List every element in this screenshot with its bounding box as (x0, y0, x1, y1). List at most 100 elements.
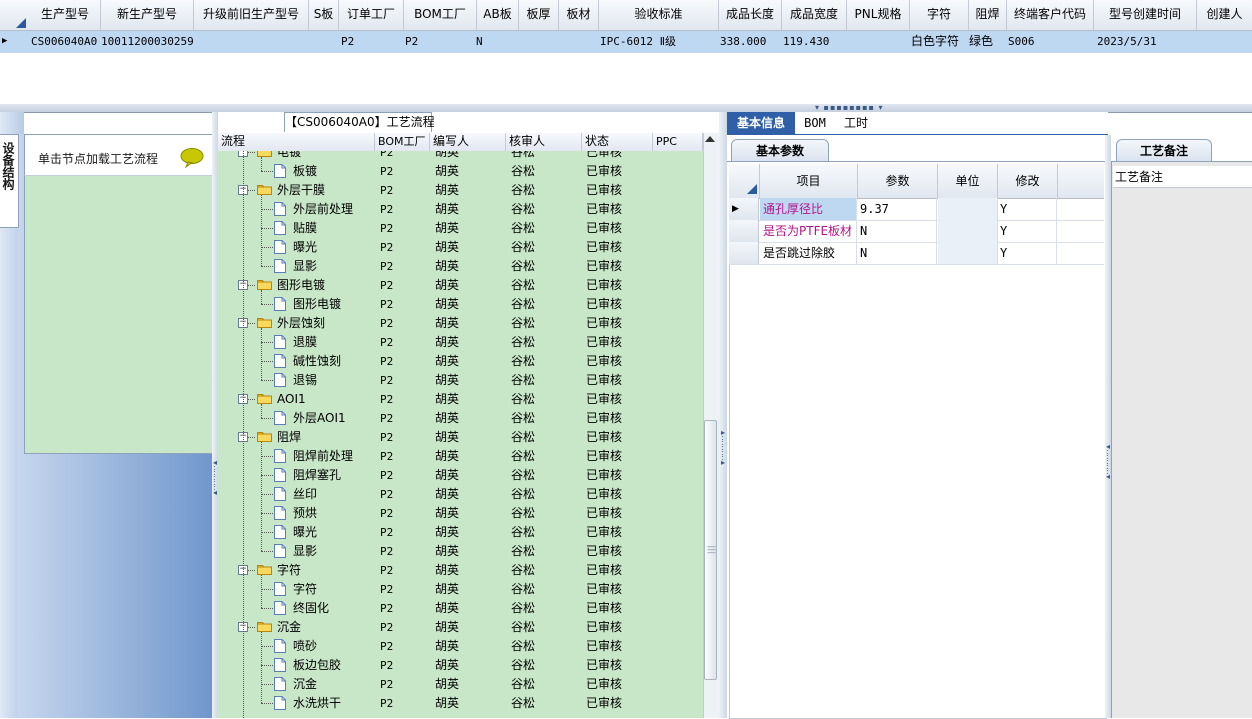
tree-node-label[interactable]: 图形电镀 (277, 276, 325, 295)
param-unit[interactable] (938, 242, 998, 264)
tree-col-status[interactable]: 状态 (582, 133, 653, 151)
tree-node-label[interactable]: 板镀 (293, 162, 317, 181)
table-row[interactable]: ▶ 通孔厚径比 9.37 Y (729, 198, 1104, 221)
tree-node-label[interactable]: 碱性蚀刻 (293, 352, 341, 371)
col-header-width[interactable]: 成品宽度 (782, 0, 847, 30)
col-header-prod-no[interactable]: 生产型号 (30, 0, 101, 30)
col-header-pnl[interactable]: PNL规格 (847, 0, 910, 30)
param-unit[interactable] (938, 198, 998, 220)
col-header-s-board[interactable]: S板 (309, 0, 339, 30)
tree-node-label[interactable]: 退膜 (293, 333, 317, 352)
cell-ab-board[interactable]: N (476, 31, 516, 52)
tree-row[interactable]: 外层AOI1 P2 胡英 谷松 已审核 (218, 409, 703, 428)
tree-node-label[interactable]: 字符 (293, 580, 317, 599)
col-header-new-prod-no[interactable]: 新生产型号 (101, 0, 194, 30)
tab-work-hours[interactable]: 工时 (836, 112, 876, 134)
tree-node-label[interactable]: 外层前处理 (293, 200, 353, 219)
tree-col-flow[interactable]: 流程 (218, 133, 375, 151)
tree-row[interactable]: 外层前处理 P2 胡英 谷松 已审核 (218, 200, 703, 219)
tree-row[interactable]: − 字符 P2 胡英 谷松 已审核 (218, 561, 703, 580)
tree-row[interactable]: 显影 P2 胡英 谷松 已审核 (218, 257, 703, 276)
cell-new-prod-no[interactable]: 10011200030259 (101, 31, 193, 52)
param-col-modify[interactable]: 修改 (998, 164, 1058, 198)
tree-row[interactable]: − 外层蚀刻 P2 胡英 谷松 已审核 (218, 314, 703, 333)
tree-row[interactable]: 显影 P2 胡英 谷松 已审核 (218, 542, 703, 561)
col-header-creator[interactable]: 创建人 (1197, 0, 1252, 30)
cell-order-factory[interactable]: P2 (341, 31, 401, 52)
tab-process-remark[interactable]: 工艺备注 (1116, 139, 1212, 162)
tree-node-label[interactable]: 外层蚀刻 (277, 314, 325, 333)
splitter-grip-icon[interactable]: ◂::::: ◂ (213, 459, 217, 497)
speech-bubble-icon[interactable] (180, 148, 204, 168)
param-modify[interactable]: Y (998, 198, 1057, 220)
param-item[interactable]: 通孔厚径比 (760, 198, 857, 220)
row-selector[interactable] (729, 242, 759, 264)
param-item[interactable]: 是否为PTFE板材 (760, 220, 857, 242)
tree-col-ppc[interactable]: PPC (653, 133, 703, 151)
tree-row[interactable]: 丝印 P2 胡英 谷松 已审核 (218, 485, 703, 504)
cell-length[interactable]: 338.000 (720, 31, 780, 52)
tree-row[interactable]: − 阻焊 P2 胡英 谷松 已审核 (218, 428, 703, 447)
tab-bom[interactable]: BOM (798, 112, 832, 134)
tree-row[interactable]: 退膜 P2 胡英 谷松 已审核 (218, 333, 703, 352)
tree-row[interactable]: 板镀 P2 胡英 谷松 已审核 (218, 162, 703, 181)
cell-width[interactable]: 119.430 (783, 31, 845, 52)
tree-node-label[interactable]: 外层干膜 (277, 181, 325, 200)
splitter-grip-icon[interactable]: ▾ ▪▪▪▪▪▪▪▪ ▾ (815, 104, 885, 112)
cell-customer-code[interactable]: S006 (1008, 31, 1092, 52)
cell-prod-no[interactable]: CS006040A0 (31, 31, 99, 52)
tree-row[interactable]: − 图形电镀 P2 胡英 谷松 已审核 (218, 276, 703, 295)
table-row[interactable]: ▶ CS006040A0 10011200030259 P2 P2 N IPC-… (0, 31, 1252, 53)
table-row[interactable]: 是否为PTFE板材 N Y (729, 220, 1104, 243)
vertical-splitter-middle[interactable] (719, 112, 727, 718)
tree-node-label[interactable]: AOI1 (277, 390, 306, 409)
tree-node-label[interactable]: 退锡 (293, 371, 317, 390)
tree-row[interactable]: − 外层干膜 P2 胡英 谷松 已审核 (218, 181, 703, 200)
param-unit[interactable] (938, 220, 998, 242)
col-header-solder-mask[interactable]: 阻焊 (969, 0, 1007, 30)
tree-node-label[interactable]: 显影 (293, 257, 317, 276)
param-value[interactable]: N (858, 220, 937, 242)
param-value[interactable]: 9.37 (858, 198, 937, 220)
tree-row[interactable]: − AOI1 P2 胡英 谷松 已审核 (218, 390, 703, 409)
cell-created[interactable]: 2023/5/31 (1097, 31, 1195, 52)
param-col-unit[interactable]: 单位 (938, 164, 998, 198)
col-header-ab-board[interactable]: AB板 (477, 0, 519, 30)
col-header-length[interactable]: 成品长度 (719, 0, 782, 30)
tree-node-label[interactable]: 喷砂 (293, 637, 317, 656)
tree-row[interactable]: 贴膜 P2 胡英 谷松 已审核 (218, 219, 703, 238)
tree-node-label[interactable]: 阻焊前处理 (293, 447, 353, 466)
tree-col-writer[interactable]: 编写人 (430, 133, 506, 151)
tree-node-label[interactable]: 字符 (277, 561, 301, 580)
tree-row[interactable]: 喷砂 P2 胡英 谷松 已审核 (218, 637, 703, 656)
tree-row[interactable]: 沉金 P2 胡英 谷松 已审核 (218, 675, 703, 694)
tree-row[interactable]: 曝光 P2 胡英 谷松 已审核 (218, 238, 703, 257)
cell-standard[interactable]: IPC-6012 Ⅱ级 (600, 31, 718, 52)
flow-title-tab[interactable]: 【CS006040A0】工艺流程 (284, 112, 435, 132)
tree-node-label[interactable]: 图形电镀 (293, 295, 341, 314)
tree-row[interactable]: 阻焊前处理 P2 胡英 谷松 已审核 (218, 447, 703, 466)
col-header-old-prod-no[interactable]: 升级前旧生产型号 (194, 0, 309, 30)
tree-node-label[interactable]: 外层AOI1 (293, 409, 346, 428)
tree-node-label[interactable]: 显影 (293, 542, 317, 561)
tree-node-label[interactable]: 阻焊 (277, 428, 301, 447)
tree-node-label[interactable]: 水洗烘干 (293, 694, 341, 713)
tree-node-label[interactable]: 板边包胶 (293, 656, 341, 675)
param-value[interactable]: N (858, 242, 937, 264)
cell-solder-mask[interactable]: 绿色 (969, 31, 1005, 52)
tree-row[interactable]: 阻焊塞孔 P2 胡英 谷松 已审核 (218, 466, 703, 485)
col-header-silkscreen[interactable]: 字符 (910, 0, 969, 30)
tree-node-label[interactable]: 曝光 (293, 238, 317, 257)
row-selector[interactable] (729, 220, 759, 242)
tree-row[interactable]: 终固化 P2 胡英 谷松 已审核 (218, 599, 703, 618)
table-row[interactable]: 是否跳过除胶 N Y (729, 242, 1104, 265)
param-modify[interactable]: Y (998, 220, 1057, 242)
col-header-customer-code[interactable]: 终端客户代码 (1007, 0, 1094, 30)
tree-row[interactable]: 预烘 P2 胡英 谷松 已审核 (218, 504, 703, 523)
tree-node-label[interactable]: 预烘 (293, 504, 317, 523)
tree-node-label[interactable]: 丝印 (293, 485, 317, 504)
tree-node-label[interactable]: 终固化 (293, 599, 329, 618)
tab-basic-info[interactable]: 基本信息 (727, 112, 795, 134)
tree-node-label[interactable]: 沉金 (293, 675, 317, 694)
subtab-basic-params[interactable]: 基本参数 (731, 139, 829, 162)
